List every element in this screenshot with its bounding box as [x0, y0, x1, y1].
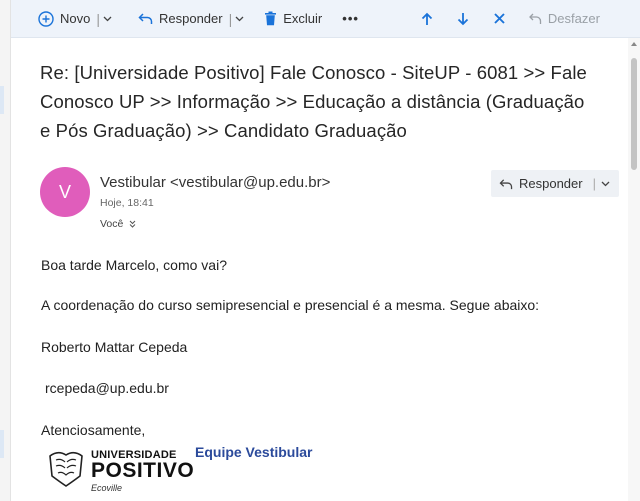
logo-line-campus: Ecoville [91, 483, 123, 493]
university-shield-icon [49, 451, 83, 487]
close-button[interactable] [494, 0, 505, 38]
folder-pane-marker [0, 430, 4, 458]
folder-pane-edge [0, 0, 11, 501]
arrow-down-icon [457, 12, 469, 25]
scroll-up-arrow-icon[interactable] [631, 42, 637, 46]
double-chevron-down-icon [130, 220, 136, 228]
reply-icon [138, 13, 153, 24]
command-toolbar: Novo | Responder | Excluir ••• Desfazer [11, 0, 640, 38]
body-closing: Atenciosamente, [41, 422, 146, 438]
signature-team: Equipe Vestibular [195, 444, 313, 460]
delete-button[interactable]: Excluir [264, 0, 322, 38]
logo-line-positivo: POSITIVO [91, 459, 195, 482]
scrollbar-thumb[interactable] [631, 58, 637, 170]
body-contact-name: Roberto Mattar Cepeda [41, 339, 188, 355]
message-timestamp: Hoje, 18:41 [100, 197, 154, 209]
trash-icon [265, 11, 277, 26]
recipients-toggle[interactable]: Você [100, 218, 136, 230]
arrow-up-icon [421, 12, 433, 25]
chevron-down-icon[interactable] [103, 16, 112, 22]
next-message-button[interactable] [457, 0, 469, 38]
close-icon [494, 13, 505, 24]
new-button-label: Novo [60, 11, 91, 26]
separator: | [228, 10, 233, 27]
body-greeting: Boa tarde Marcelo, como vai? [41, 257, 227, 273]
sender-avatar[interactable]: V [40, 167, 90, 217]
avatar-initial: V [58, 181, 71, 202]
folder-pane-marker [0, 86, 4, 114]
chevron-down-icon[interactable] [235, 16, 244, 22]
recipient-label: Você [100, 218, 124, 230]
university-logo: UNIVERSIDADE POSITIVO Ecoville [44, 446, 194, 498]
previous-message-button[interactable] [421, 0, 433, 38]
separator: | [96, 10, 100, 27]
more-icon: ••• [342, 11, 359, 26]
chevron-down-icon[interactable] [601, 181, 610, 187]
undo-button-label: Desfazer [547, 11, 600, 26]
plus-circle-icon [38, 10, 54, 27]
reply-button[interactable]: Responder | [138, 0, 244, 38]
message-reply-button[interactable]: Responder | [491, 170, 619, 197]
body-paragraph: A coordenação do curso semipresencial e … [41, 297, 540, 313]
separator: | [592, 176, 596, 191]
reply-icon [499, 178, 513, 189]
reply-button-label: Responder [159, 11, 223, 26]
message-reply-label: Responder [519, 176, 583, 191]
undo-icon [529, 13, 542, 24]
new-button[interactable]: Novo | [38, 0, 112, 38]
undo-button[interactable]: Desfazer [529, 0, 600, 38]
delete-button-label: Excluir [283, 11, 323, 26]
message-subject: Re: [Universidade Positivo] Fale Conosco… [40, 62, 587, 141]
body-contact-email[interactable]: rcepeda@up.edu.br [45, 380, 169, 396]
sender-address[interactable]: Vestibular <vestibular@up.edu.br> [100, 174, 330, 191]
more-actions-button[interactable]: ••• [342, 0, 359, 38]
